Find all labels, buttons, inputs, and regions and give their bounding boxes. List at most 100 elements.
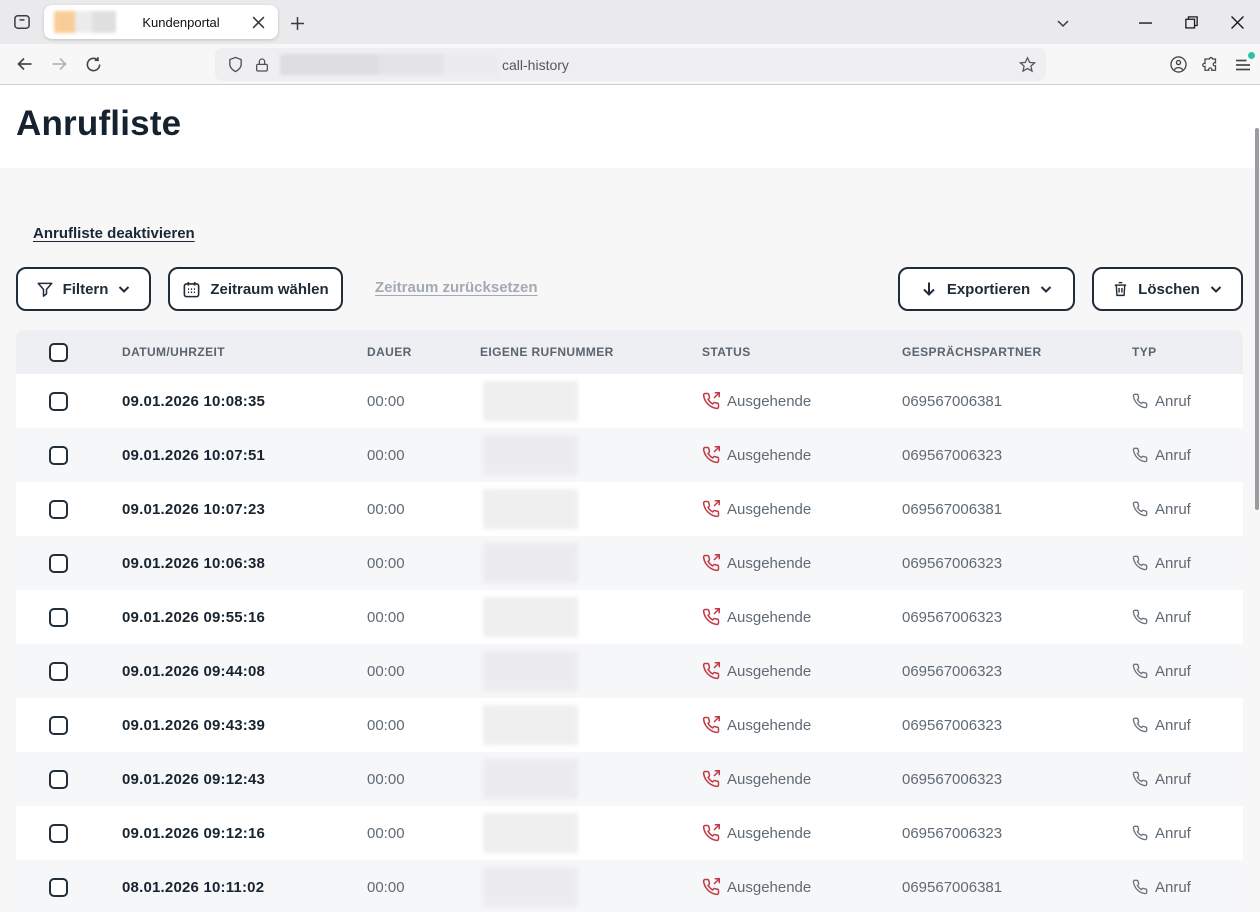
table-row[interactable]: 08.01.2026 10:11:02 00:00 Ausgehende 069… [16, 860, 1243, 912]
new-tab-button[interactable] [284, 10, 310, 36]
tab-overflow-chevron-icon[interactable] [1050, 10, 1076, 36]
menu-hamburger-icon[interactable] [1234, 56, 1252, 74]
browser-titlebar: Kundenportal [0, 0, 1260, 44]
extensions-puzzle-icon[interactable] [1202, 56, 1220, 74]
table-row[interactable]: 09.01.2026 09:43:39 00:00 Ausgehende 069… [16, 698, 1243, 752]
row-datetime: 09.01.2026 10:07:23 [122, 501, 367, 518]
table-row[interactable]: 09.01.2026 10:08:35 00:00 Ausgehende 069… [16, 374, 1243, 428]
table-row[interactable]: 09.01.2026 09:12:43 00:00 Ausgehende 069… [16, 752, 1243, 806]
header-status: STATUS [702, 345, 902, 359]
chevron-down-icon [1209, 282, 1223, 296]
table-row[interactable]: 09.01.2026 10:07:23 00:00 Ausgehende 069… [16, 482, 1243, 536]
outgoing-call-icon [702, 608, 720, 626]
window-close-icon[interactable] [1214, 0, 1260, 44]
header-own-number: EIGENE RUFNUMMER [480, 345, 702, 359]
url-bar[interactable]: call-history [215, 48, 1046, 81]
table-row[interactable]: 09.01.2026 10:07:51 00:00 Ausgehende 069… [16, 428, 1243, 482]
row-type-label: Anruf [1155, 447, 1191, 464]
row-duration: 00:00 [367, 393, 480, 410]
browser-tab[interactable]: Kundenportal [44, 5, 278, 39]
outgoing-call-icon [702, 500, 720, 518]
account-icon[interactable] [1169, 55, 1188, 74]
row-datetime: 09.01.2026 10:08:35 [122, 393, 367, 410]
page-title: Anrufliste [16, 104, 181, 144]
window-controls [1122, 0, 1260, 44]
row-status-label: Ausgehende [727, 393, 811, 410]
firefox-view-icon[interactable] [6, 6, 38, 38]
phone-icon [1132, 771, 1148, 787]
row-own-number-redacted [483, 381, 578, 421]
row-checkbox[interactable] [49, 824, 68, 843]
minimize-icon[interactable] [1122, 0, 1168, 44]
update-badge [1248, 52, 1255, 59]
table-row[interactable]: 09.01.2026 10:06:38 00:00 Ausgehende 069… [16, 536, 1243, 590]
row-duration: 00:00 [367, 447, 480, 464]
row-duration: 00:00 [367, 771, 480, 788]
outgoing-call-icon [702, 392, 720, 410]
phone-icon [1132, 447, 1148, 463]
trash-icon [1112, 280, 1129, 298]
phone-icon [1132, 609, 1148, 625]
row-checkbox[interactable] [49, 500, 68, 519]
row-checkbox[interactable] [49, 770, 68, 789]
calendar-icon [182, 280, 201, 299]
row-datetime: 09.01.2026 09:12:43 [122, 771, 367, 788]
phone-icon [1132, 663, 1148, 679]
row-checkbox[interactable] [49, 878, 68, 897]
row-partner: 069567006323 [902, 447, 1132, 464]
row-checkbox[interactable] [49, 716, 68, 735]
chevron-down-icon [1039, 282, 1053, 296]
table-row[interactable]: 09.01.2026 09:12:16 00:00 Ausgehende 069… [16, 806, 1243, 860]
row-datetime: 09.01.2026 09:44:08 [122, 663, 367, 680]
row-partner: 069567006323 [902, 771, 1132, 788]
bookmark-star-icon[interactable] [1019, 56, 1036, 73]
filter-button[interactable]: Filtern [16, 267, 151, 311]
tab-close-icon[interactable] [246, 10, 270, 34]
row-checkbox[interactable] [49, 392, 68, 411]
row-checkbox[interactable] [49, 446, 68, 465]
row-type-label: Anruf [1155, 879, 1191, 896]
phone-icon [1132, 879, 1148, 895]
table-header-row: DATUM/UHRZEIT DAUER EIGENE RUFNUMMER STA… [16, 330, 1243, 374]
deactivate-call-list-link[interactable]: Anrufliste deaktivieren [33, 225, 195, 242]
reload-icon[interactable] [76, 48, 110, 80]
row-type-label: Anruf [1155, 555, 1191, 572]
select-all-checkbox[interactable] [49, 343, 68, 362]
choose-period-button-label: Zeitraum wählen [210, 281, 328, 298]
page-scrollbar-thumb[interactable] [1255, 128, 1259, 510]
reset-period-link[interactable]: Zeitraum zurücksetzen [375, 279, 538, 296]
row-duration: 00:00 [367, 663, 480, 680]
shield-icon[interactable] [227, 56, 244, 73]
table-row[interactable]: 09.01.2026 09:44:08 00:00 Ausgehende 069… [16, 644, 1243, 698]
row-checkbox[interactable] [49, 608, 68, 627]
row-own-number-redacted [483, 651, 578, 691]
page-content: Anrufliste Anrufliste deaktivieren Filte… [0, 86, 1260, 912]
row-duration: 00:00 [367, 609, 480, 626]
lock-icon[interactable] [254, 57, 270, 73]
table-body: 09.01.2026 10:08:35 00:00 Ausgehende 069… [16, 374, 1243, 912]
row-type-label: Anruf [1155, 771, 1191, 788]
row-status-label: Ausgehende [727, 501, 811, 518]
phone-icon [1132, 393, 1148, 409]
choose-period-button[interactable]: Zeitraum wählen [168, 267, 343, 311]
back-icon[interactable] [8, 48, 42, 80]
restore-icon[interactable] [1168, 0, 1214, 44]
export-button[interactable]: Exportieren [898, 267, 1075, 311]
header-partner: GESPRÄCHSPARTNER [902, 345, 1132, 359]
row-status-label: Ausgehende [727, 663, 811, 680]
tab-favicon-redacted [54, 11, 116, 33]
row-own-number-redacted [483, 759, 578, 799]
row-own-number-redacted [483, 489, 578, 529]
delete-button[interactable]: Löschen [1092, 267, 1243, 311]
row-type-label: Anruf [1155, 663, 1191, 680]
row-type-label: Anruf [1155, 393, 1191, 410]
row-status-label: Ausgehende [727, 771, 811, 788]
row-status-label: Ausgehende [727, 825, 811, 842]
outgoing-call-icon [702, 662, 720, 680]
row-checkbox[interactable] [49, 662, 68, 681]
row-duration: 00:00 [367, 879, 480, 896]
row-datetime: 09.01.2026 09:12:16 [122, 825, 367, 842]
row-checkbox[interactable] [49, 554, 68, 573]
table-row[interactable]: 09.01.2026 09:55:16 00:00 Ausgehende 069… [16, 590, 1243, 644]
row-partner: 069567006323 [902, 663, 1132, 680]
